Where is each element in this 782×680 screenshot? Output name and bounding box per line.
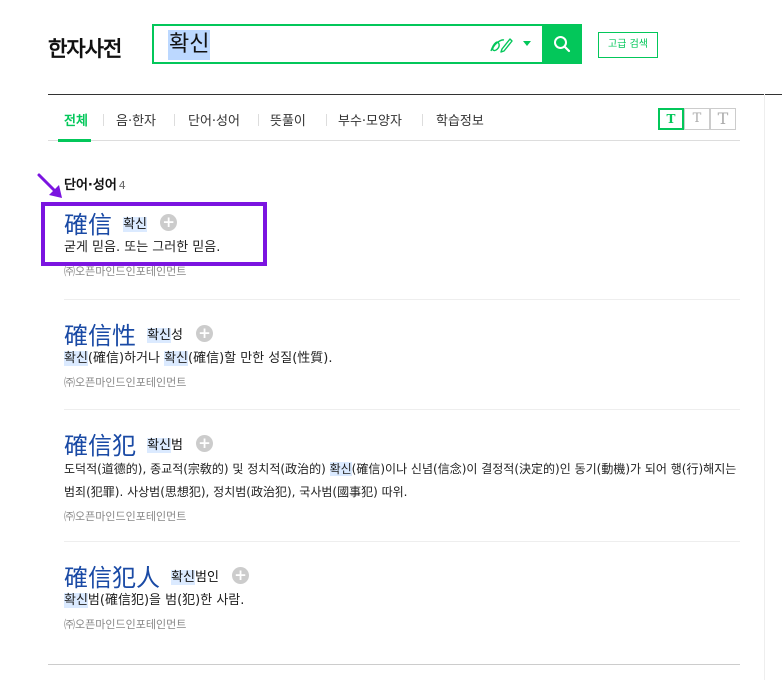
- entry-head: 確信犯人 확신범인 +: [64, 558, 740, 592]
- def-text: 범(確信犯)을 범(犯)한 사람.: [87, 593, 245, 608]
- entry-source: ㈜오픈마인드인포테인먼트: [64, 376, 187, 389]
- entry-head: 確信犯 확신범 +: [64, 426, 740, 460]
- add-to-wordbook-icon[interactable]: +: [232, 567, 250, 584]
- reading-highlight: 확신: [147, 438, 172, 453]
- reading-rest: 범인: [195, 570, 219, 585]
- search-button[interactable]: [542, 24, 582, 64]
- font-size-large-button[interactable]: T: [710, 108, 736, 130]
- def-text: (確信)하거나: [87, 351, 165, 366]
- entry-source: ㈜오픈마인드인포테인먼트: [64, 510, 187, 523]
- reading-highlight: 확신: [171, 570, 196, 585]
- reading-rest: 범: [171, 438, 183, 453]
- chevron-down-icon[interactable]: [523, 41, 531, 46]
- tab-study-info[interactable]: 학습정보: [436, 110, 484, 129]
- tab-all[interactable]: 전체: [64, 110, 88, 129]
- def-highlight: 확신: [329, 462, 352, 476]
- right-divider: [764, 94, 765, 680]
- tab-divider: [422, 114, 423, 126]
- row-divider: [64, 409, 740, 410]
- result-tabs: 전체 음·한자 단어·성어 뜻풀이 부수·모양자 학습정보: [48, 103, 740, 142]
- search-icon: [554, 36, 571, 53]
- entry-hanja-link[interactable]: 確信性: [64, 322, 136, 350]
- dictionary-logo[interactable]: 한자사전: [48, 33, 122, 63]
- entry-hanja-link[interactable]: 確信犯人: [64, 564, 160, 592]
- def-text: 도덕적(道德的), 종교적(宗敎的) 및 정치적(政治的): [64, 462, 330, 476]
- entry-reading: 확신성: [147, 328, 183, 343]
- reading-rest: 성: [171, 328, 183, 343]
- add-to-wordbook-icon[interactable]: +: [196, 435, 214, 452]
- entry-hanja-link[interactable]: 確信犯: [64, 432, 136, 460]
- search-input[interactable]: 확신: [168, 30, 211, 60]
- add-to-wordbook-icon[interactable]: +: [196, 325, 214, 342]
- row-divider: [64, 541, 740, 542]
- entry-definition: 확신범(確信犯)을 범(犯)한 사람.: [64, 590, 740, 612]
- active-tab-indicator: [58, 139, 91, 142]
- section-count: 4: [118, 179, 126, 192]
- tab-divider: [174, 114, 175, 126]
- annotation-highlight-box: [41, 202, 267, 266]
- entry-definition: 확신(確信)하거나 확신(確信)할 만한 성질(性質).: [64, 348, 740, 370]
- search-box: 확신: [152, 24, 582, 64]
- font-size-small-button[interactable]: T: [658, 108, 684, 130]
- list-item: 確信犯 확신범 + 도덕적(道德的), 종교적(宗敎的) 및 정치적(政治的) …: [64, 426, 740, 524]
- font-size-medium-button[interactable]: T: [684, 108, 710, 130]
- advanced-search-button[interactable]: 고급 검색: [598, 32, 658, 58]
- handwriting-icon[interactable]: [488, 34, 514, 56]
- bottom-divider: [48, 664, 740, 665]
- tab-radical-shape[interactable]: 부수·모양자: [338, 110, 402, 129]
- header-divider: [48, 94, 782, 95]
- tab-meaning[interactable]: 뜻풀이: [270, 110, 306, 129]
- entry-head: 確信性 확신성 +: [64, 316, 740, 350]
- entry-reading: 확신범: [147, 438, 183, 453]
- reading-highlight: 확신: [147, 328, 172, 343]
- section-title: 단어·성어 4: [64, 174, 126, 193]
- def-highlight: 확신: [164, 351, 188, 366]
- tab-sound-hanja[interactable]: 음·한자: [116, 110, 156, 129]
- entry-reading: 확신범인: [171, 570, 219, 585]
- tab-divider: [258, 114, 259, 126]
- tab-words-idioms[interactable]: 단어·성어: [188, 110, 240, 129]
- list-item: 確信犯人 확신범인 + 확신범(確信犯)을 범(犯)한 사람. ㈜오픈마인드인포…: [64, 558, 740, 632]
- row-divider: [64, 299, 740, 300]
- def-text: (確信)할 만한 성질(性質).: [188, 351, 333, 366]
- section-title-label: 단어·성어: [64, 178, 117, 193]
- list-item: 確信性 확신성 + 확신(確信)하거나 확신(確信)할 만한 성질(性質). ㈜…: [64, 316, 740, 390]
- def-highlight: 확신: [64, 593, 88, 608]
- entry-source: ㈜오픈마인드인포테인먼트: [64, 618, 187, 631]
- entry-definition: 도덕적(道德的), 종교적(宗敎的) 및 정치적(政治的) 확신(確信)이나 신…: [64, 458, 740, 504]
- annotation-arrow-icon: [37, 173, 62, 198]
- font-size-selector: T T T: [658, 108, 738, 130]
- tab-divider: [103, 114, 104, 126]
- tab-divider: [326, 114, 327, 126]
- def-highlight: 확신: [64, 351, 88, 366]
